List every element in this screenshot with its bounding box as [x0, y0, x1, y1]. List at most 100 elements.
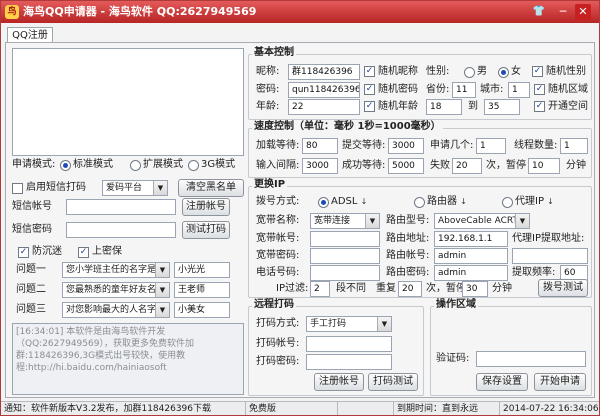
title-bar[interactable]: 鸟 海鸟QQ申请器 - 海鸟软件 QQ:2627949569 👕 ─ ✕ — [1, 1, 599, 23]
broadband-account-input[interactable] — [310, 231, 380, 247]
gender-male-radio[interactable] — [464, 67, 475, 78]
speed-control-title: 速度控制（单位：毫秒 1秒=1000毫秒） — [252, 121, 443, 133]
secure-checkbox[interactable]: ✓ — [78, 247, 89, 258]
dial-proxy-label[interactable]: 代理IP ↓ — [515, 195, 554, 209]
fail-label: 失败 — [430, 160, 450, 171]
mode-standard-label[interactable]: 标准模式 — [73, 158, 113, 172]
random-age-label[interactable]: 随机年龄 — [378, 100, 418, 114]
gender-female-label[interactable]: 女 — [511, 65, 521, 79]
province-label: 省份: — [426, 84, 450, 95]
captcha-test-button[interactable]: 打码测试 — [368, 373, 418, 391]
ip-minutes-label: 分钟 — [492, 283, 512, 294]
skin-icon[interactable]: 👕 — [531, 4, 547, 20]
random-nickname-checkbox[interactable]: ✓ — [364, 66, 375, 77]
open-space-checkbox[interactable]: ✓ — [534, 101, 545, 112]
threads-input[interactable]: 1 — [560, 138, 588, 154]
sms-enable-label[interactable]: 启用短信打码 — [26, 181, 86, 195]
sms-account-input[interactable] — [66, 199, 176, 215]
age-to-input[interactable]: 35 — [484, 99, 520, 115]
clear-blacklist-button[interactable]: 清空黑名单 — [178, 179, 244, 197]
close-button[interactable]: ✕ — [575, 4, 591, 20]
random-age-checkbox[interactable]: ✓ — [364, 101, 375, 112]
pause-minutes-input[interactable]: 10 — [528, 158, 560, 174]
random-gender-checkbox[interactable]: ✓ — [532, 66, 543, 77]
status-expire: 到期时间：直到永远 — [393, 402, 499, 415]
mode-extended-radio[interactable] — [130, 160, 141, 171]
broadband-name-select[interactable]: 宽带连接 ▼ — [310, 213, 380, 229]
random-gender-label[interactable]: 随机性别 — [546, 65, 586, 79]
submit-wait-input[interactable]: 3000 — [388, 138, 424, 154]
router-password-input[interactable]: admin — [434, 265, 508, 281]
question2-select[interactable]: 您最熟悉的童年好友名 ▼ — [62, 282, 170, 298]
answer2-input[interactable]: 王老师 — [174, 282, 230, 298]
sms-register-button[interactable]: 注册帐号 — [182, 198, 230, 216]
input-interval-input[interactable]: 3000 — [302, 158, 338, 174]
broadband-password-input[interactable] — [310, 248, 380, 264]
dial-router-radio[interactable] — [414, 197, 425, 208]
sms-enable-checkbox[interactable] — [12, 183, 23, 194]
router-model-select[interactable]: AboveCable ACRT2010▼ — [434, 213, 530, 229]
question1-value: 您小学班主任的名字是 — [66, 265, 157, 275]
mode-standard-radio[interactable] — [60, 160, 71, 171]
captcha-password-input[interactable] — [306, 354, 392, 370]
question1-select[interactable]: 您小学班主任的名字是 ▼ — [62, 262, 170, 278]
answer1-input[interactable]: 小光光 — [174, 262, 230, 278]
ip-pause-input[interactable]: 30 — [462, 281, 488, 297]
age-from-input[interactable]: 18 — [426, 99, 462, 115]
dial-test-button[interactable]: 拨号测试 — [538, 279, 588, 297]
random-area-label[interactable]: 随机区域 — [548, 83, 588, 97]
proxy-address-input[interactable] — [512, 248, 588, 264]
mode-3g-label[interactable]: 3G模式 — [201, 158, 235, 172]
status-datetime: 2014-07-22 16:34:06 — [499, 402, 599, 415]
gender-male-label[interactable]: 男 — [477, 65, 487, 79]
mode-extended-label[interactable]: 扩展模式 — [143, 158, 183, 172]
sms-platform-select[interactable]: 爱码平台 ▼ — [102, 180, 168, 196]
captcha-account-input[interactable] — [306, 336, 392, 352]
retry-input[interactable]: 20 — [398, 281, 422, 297]
dial-proxy-radio[interactable] — [502, 197, 513, 208]
nickname-input[interactable]: 群118426396 — [288, 64, 360, 80]
captcha-label: 验证码: — [436, 353, 470, 364]
age-label: 年龄: — [256, 101, 280, 112]
open-space-label[interactable]: 开通空间 — [548, 100, 588, 114]
start-apply-button[interactable]: 开始申请 — [534, 373, 586, 391]
threads-label: 线程数量: — [514, 140, 558, 151]
anti-lost-label[interactable]: 防沉迷 — [32, 245, 62, 259]
dial-adsl-radio[interactable] — [318, 197, 329, 208]
router-account-input[interactable]: admin — [434, 248, 508, 264]
ip-filter-input[interactable]: 2 — [310, 281, 330, 297]
router-address-input[interactable]: 192.168.1.1 — [434, 231, 508, 247]
random-area-checkbox[interactable]: ✓ — [534, 84, 545, 95]
random-nickname-label[interactable]: 随机昵称 — [378, 65, 418, 79]
apply-count-input[interactable]: 1 — [476, 138, 506, 154]
success-wait-input[interactable]: 5000 — [388, 158, 424, 174]
random-password-checkbox[interactable]: ✓ — [364, 84, 375, 95]
city-input[interactable]: 1 — [508, 82, 530, 98]
captcha-register-button[interactable]: 注册帐号 — [314, 373, 364, 391]
password-input[interactable]: qun118426396 — [288, 82, 360, 98]
answer3-input[interactable]: 小美女 — [174, 302, 230, 318]
success-wait-label: 成功等待: — [342, 160, 386, 171]
question3-select[interactable]: 对您影响最大的人名字 ▼ — [62, 302, 170, 318]
secure-label[interactable]: 上密保 — [92, 245, 122, 259]
mode-3g-radio[interactable] — [188, 160, 199, 171]
sms-test-button[interactable]: 测试打码 — [182, 221, 230, 239]
anti-lost-checkbox[interactable]: ✓ — [18, 247, 29, 258]
save-settings-button[interactable]: 保存设置 — [476, 373, 528, 391]
province-input[interactable]: 11 — [452, 82, 476, 98]
phone-input[interactable] — [310, 265, 380, 281]
dial-adsl-label[interactable]: ADSL ↓ — [331, 195, 367, 209]
fail-count-input[interactable]: 20 — [452, 158, 482, 174]
load-wait-input[interactable]: 80 — [302, 138, 338, 154]
minimize-button[interactable]: ─ — [555, 4, 571, 20]
tab-qq-register[interactable]: QQ注册 — [7, 27, 53, 43]
captcha-mode-select[interactable]: 手工打码 ▼ — [306, 316, 392, 332]
dial-mode-label: 拨号方式: — [256, 196, 300, 207]
sms-password-input[interactable] — [66, 222, 176, 238]
captcha-input[interactable] — [476, 351, 586, 367]
dial-router-label[interactable]: 路由器 ↓ — [427, 195, 467, 209]
log-area[interactable]: [16:34:01] 本软件是由海鸟软件开发（QQ:2627949569），获取… — [12, 323, 244, 395]
gender-female-radio[interactable] — [498, 67, 509, 78]
age-input[interactable]: 22 — [288, 99, 360, 115]
random-password-label[interactable]: 随机密码 — [378, 83, 418, 97]
